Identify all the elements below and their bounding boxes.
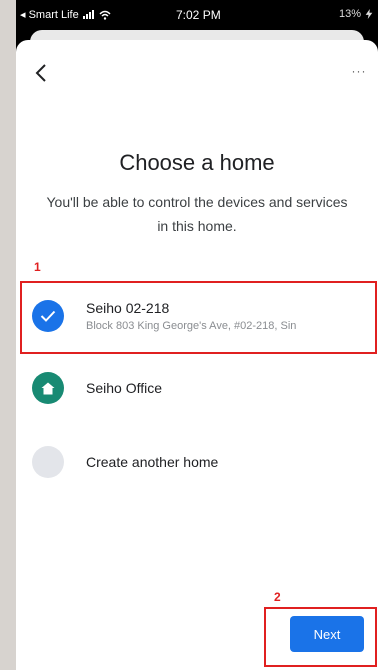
choose-home-sheet: ··· Choose a home You'll be able to cont… <box>16 40 378 670</box>
page-subtitle: You'll be able to control the devices an… <box>46 194 348 234</box>
carrier-label: ◂ Smart Life <box>20 9 79 21</box>
annotation-marker-1: 1 <box>34 260 41 274</box>
chevron-left-icon <box>35 64 46 82</box>
status-bar: ◂ Smart Life 7:02 PM 13% <box>16 0 378 30</box>
house-icon <box>32 372 64 404</box>
more-options-button[interactable]: ··· <box>348 64 370 82</box>
back-button[interactable] <box>30 62 52 84</box>
wifi-icon <box>99 10 111 20</box>
status-time: 7:02 PM <box>176 8 221 22</box>
annotation-highlight-2 <box>264 607 377 667</box>
battery-charging-icon <box>365 9 373 19</box>
home-text: Create another home <box>86 454 218 470</box>
status-carrier-group: ◂ Smart Life <box>20 8 111 21</box>
status-battery-group: 13% <box>339 8 374 20</box>
add-home-placeholder-icon <box>32 446 64 478</box>
annotation-highlight-1 <box>20 281 377 354</box>
home-text: Seiho Office <box>86 380 162 396</box>
create-another-home-item[interactable]: Create another home <box>32 437 378 487</box>
home-name: Create another home <box>86 454 219 470</box>
home-name: Seiho Office <box>86 380 163 396</box>
battery-percent: 13% <box>338 8 361 20</box>
page-title: Choose a home <box>119 150 275 175</box>
annotation-marker-2: 2 <box>274 590 281 604</box>
home-item-seiho-office[interactable]: Seiho Office <box>32 363 378 413</box>
signal-icon <box>82 10 94 19</box>
